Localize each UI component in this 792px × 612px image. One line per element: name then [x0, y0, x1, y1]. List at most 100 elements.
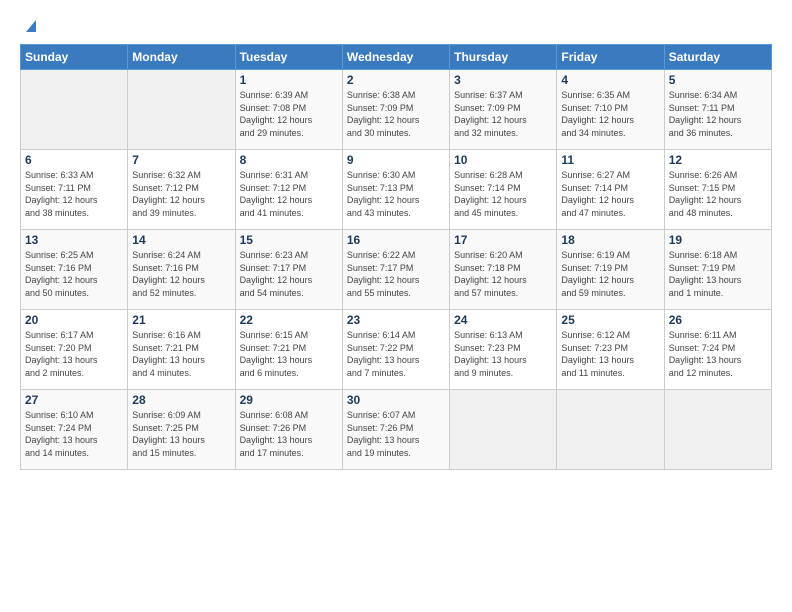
calendar-cell [557, 390, 664, 470]
calendar-cell: 22 Sunrise: 6:15 AM Sunset: 7:21 PM Dayli… [235, 310, 342, 390]
day-detail: Sunrise: 6:14 AM Sunset: 7:22 PM Dayligh… [347, 329, 445, 379]
day-number: 25 [561, 313, 659, 327]
day-detail: Sunrise: 6:22 AM Sunset: 7:17 PM Dayligh… [347, 249, 445, 299]
calendar-table: SundayMondayTuesdayWednesdayThursdayFrid… [20, 44, 772, 470]
day-detail: Sunrise: 6:10 AM Sunset: 7:24 PM Dayligh… [25, 409, 123, 459]
calendar-cell: 19Sunrise: 6:18 AM Sunset: 7:19 PM Dayli… [664, 230, 771, 310]
calendar-cell: 20 Sunrise: 6:17 AM Sunset: 7:20 PM Dayli… [21, 310, 128, 390]
day-number: 27 [25, 393, 123, 407]
calendar-cell: 23Sunrise: 6:14 AM Sunset: 7:22 PM Dayli… [342, 310, 449, 390]
day-detail: Sunrise: 6:37 AM Sunset: 7:09 PM Dayligh… [454, 89, 552, 139]
day-number: 1 [240, 73, 338, 87]
day-detail: Sunrise: 6:30 AM Sunset: 7:13 PM Dayligh… [347, 169, 445, 219]
calendar-cell: 17Sunrise: 6:20 AM Sunset: 7:18 PM Dayli… [450, 230, 557, 310]
calendar-cell: 24 Sunrise: 6:13 AM Sunset: 7:23 PM Dayli… [450, 310, 557, 390]
day-detail: Sunrise: 6:33 AM Sunset: 7:11 PM Dayligh… [25, 169, 123, 219]
day-detail: Sunrise: 6:26 AM Sunset: 7:15 PM Dayligh… [669, 169, 767, 219]
calendar-header-wednesday: Wednesday [342, 45, 449, 70]
calendar-cell: 11Sunrise: 6:27 AM Sunset: 7:14 PM Dayli… [557, 150, 664, 230]
day-detail: Sunrise: 6:11 AM Sunset: 7:24 PM Dayligh… [669, 329, 767, 379]
day-detail: Sunrise: 6:18 AM Sunset: 7:19 PM Dayligh… [669, 249, 767, 299]
day-number: 24 [454, 313, 552, 327]
day-detail: Sunrise: 6:31 AM Sunset: 7:12 PM Dayligh… [240, 169, 338, 219]
day-detail: Sunrise: 6:39 AM Sunset: 7:08 PM Dayligh… [240, 89, 338, 139]
calendar-week-3: 13Sunrise: 6:25 AM Sunset: 7:16 PM Dayli… [21, 230, 772, 310]
day-number: 12 [669, 153, 767, 167]
day-number: 29 [240, 393, 338, 407]
day-detail: Sunrise: 6:15 AM Sunset: 7:21 PM Dayligh… [240, 329, 338, 379]
day-detail: Sunrise: 6:34 AM Sunset: 7:11 PM Dayligh… [669, 89, 767, 139]
calendar-cell: 3 Sunrise: 6:37 AM Sunset: 7:09 PM Daylig… [450, 70, 557, 150]
calendar-cell: 10 Sunrise: 6:28 AM Sunset: 7:14 PM Dayli… [450, 150, 557, 230]
calendar-cell: 4 Sunrise: 6:35 AM Sunset: 7:10 PM Daylig… [557, 70, 664, 150]
logo [20, 16, 40, 34]
day-detail: Sunrise: 6:20 AM Sunset: 7:18 PM Dayligh… [454, 249, 552, 299]
day-number: 15 [240, 233, 338, 247]
day-number: 10 [454, 153, 552, 167]
logo-icon [22, 16, 40, 34]
calendar-cell [21, 70, 128, 150]
day-detail: Sunrise: 6:38 AM Sunset: 7:09 PM Dayligh… [347, 89, 445, 139]
calendar-cell: 15Sunrise: 6:23 AM Sunset: 7:17 PM Dayli… [235, 230, 342, 310]
day-number: 5 [669, 73, 767, 87]
day-detail: Sunrise: 6:08 AM Sunset: 7:26 PM Dayligh… [240, 409, 338, 459]
calendar-cell: 12 Sunrise: 6:26 AM Sunset: 7:15 PM Dayli… [664, 150, 771, 230]
calendar-header-sunday: Sunday [21, 45, 128, 70]
calendar-week-4: 20 Sunrise: 6:17 AM Sunset: 7:20 PM Dayli… [21, 310, 772, 390]
calendar-week-1: 1 Sunrise: 6:39 AM Sunset: 7:08 PM Daylig… [21, 70, 772, 150]
calendar-cell: 8 Sunrise: 6:31 AM Sunset: 7:12 PM Daylig… [235, 150, 342, 230]
calendar-week-2: 6 Sunrise: 6:33 AM Sunset: 7:11 PM Daylig… [21, 150, 772, 230]
calendar-cell: 18 Sunrise: 6:19 AM Sunset: 7:19 PM Dayli… [557, 230, 664, 310]
day-number: 11 [561, 153, 659, 167]
day-number: 4 [561, 73, 659, 87]
day-number: 22 [240, 313, 338, 327]
calendar-header-monday: Monday [128, 45, 235, 70]
day-number: 20 [25, 313, 123, 327]
calendar-cell: 7 Sunrise: 6:32 AM Sunset: 7:12 PM Daylig… [128, 150, 235, 230]
day-number: 3 [454, 73, 552, 87]
calendar-header-row: SundayMondayTuesdayWednesdayThursdayFrid… [21, 45, 772, 70]
day-number: 14 [132, 233, 230, 247]
day-number: 30 [347, 393, 445, 407]
calendar-cell [450, 390, 557, 470]
day-number: 28 [132, 393, 230, 407]
calendar-header-saturday: Saturday [664, 45, 771, 70]
day-detail: Sunrise: 6:24 AM Sunset: 7:16 PM Dayligh… [132, 249, 230, 299]
page: SundayMondayTuesdayWednesdayThursdayFrid… [0, 0, 792, 612]
calendar-cell: 28 Sunrise: 6:09 AM Sunset: 7:25 PM Dayli… [128, 390, 235, 470]
calendar-cell: 16 Sunrise: 6:22 AM Sunset: 7:17 PM Dayli… [342, 230, 449, 310]
day-number: 21 [132, 313, 230, 327]
calendar-cell [664, 390, 771, 470]
day-number: 6 [25, 153, 123, 167]
calendar-cell: 6 Sunrise: 6:33 AM Sunset: 7:11 PM Daylig… [21, 150, 128, 230]
day-number: 26 [669, 313, 767, 327]
calendar-cell: 30Sunrise: 6:07 AM Sunset: 7:26 PM Dayli… [342, 390, 449, 470]
day-number: 16 [347, 233, 445, 247]
calendar-cell [128, 70, 235, 150]
header [20, 16, 772, 34]
day-number: 8 [240, 153, 338, 167]
day-detail: Sunrise: 6:19 AM Sunset: 7:19 PM Dayligh… [561, 249, 659, 299]
day-detail: Sunrise: 6:13 AM Sunset: 7:23 PM Dayligh… [454, 329, 552, 379]
calendar-cell: 1 Sunrise: 6:39 AM Sunset: 7:08 PM Daylig… [235, 70, 342, 150]
calendar-header-thursday: Thursday [450, 45, 557, 70]
calendar-cell: 25 Sunrise: 6:12 AM Sunset: 7:23 PM Dayli… [557, 310, 664, 390]
day-number: 2 [347, 73, 445, 87]
calendar-cell: 27 Sunrise: 6:10 AM Sunset: 7:24 PM Dayli… [21, 390, 128, 470]
calendar-cell: 9Sunrise: 6:30 AM Sunset: 7:13 PM Daylig… [342, 150, 449, 230]
day-number: 7 [132, 153, 230, 167]
day-detail: Sunrise: 6:12 AM Sunset: 7:23 PM Dayligh… [561, 329, 659, 379]
day-detail: Sunrise: 6:17 AM Sunset: 7:20 PM Dayligh… [25, 329, 123, 379]
day-number: 18 [561, 233, 659, 247]
calendar-cell: 2 Sunrise: 6:38 AM Sunset: 7:09 PM Daylig… [342, 70, 449, 150]
calendar-week-5: 27 Sunrise: 6:10 AM Sunset: 7:24 PM Dayli… [21, 390, 772, 470]
calendar-cell: 5 Sunrise: 6:34 AM Sunset: 7:11 PM Daylig… [664, 70, 771, 150]
day-detail: Sunrise: 6:16 AM Sunset: 7:21 PM Dayligh… [132, 329, 230, 379]
day-detail: Sunrise: 6:28 AM Sunset: 7:14 PM Dayligh… [454, 169, 552, 219]
day-detail: Sunrise: 6:09 AM Sunset: 7:25 PM Dayligh… [132, 409, 230, 459]
day-detail: Sunrise: 6:35 AM Sunset: 7:10 PM Dayligh… [561, 89, 659, 139]
calendar-cell: 14 Sunrise: 6:24 AM Sunset: 7:16 PM Dayli… [128, 230, 235, 310]
calendar-cell: 26 Sunrise: 6:11 AM Sunset: 7:24 PM Dayli… [664, 310, 771, 390]
day-number: 13 [25, 233, 123, 247]
day-detail: Sunrise: 6:32 AM Sunset: 7:12 PM Dayligh… [132, 169, 230, 219]
